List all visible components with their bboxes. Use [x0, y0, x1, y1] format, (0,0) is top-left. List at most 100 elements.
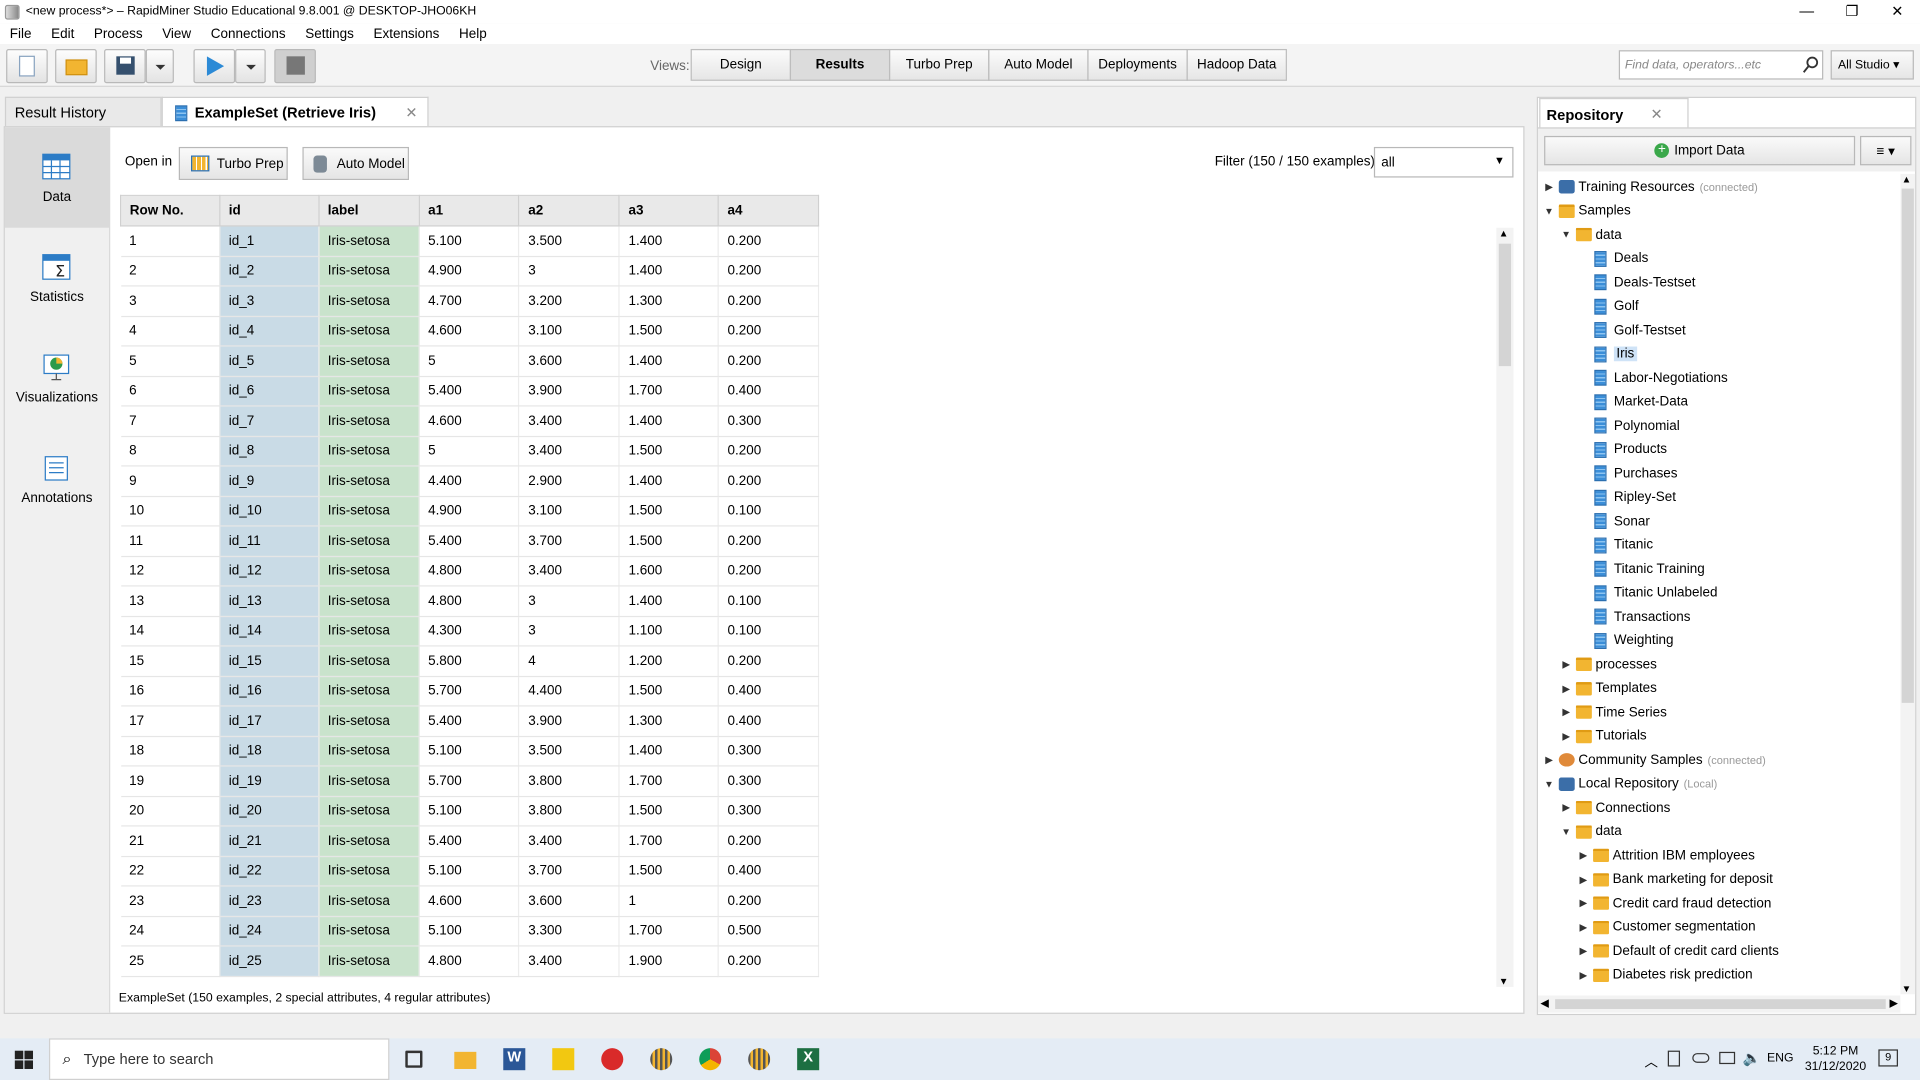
- battery-icon[interactable]: [1667, 1050, 1681, 1067]
- tab-repository[interactable]: Repository ✕: [1539, 97, 1689, 129]
- expand-down-icon[interactable]: ▼: [1542, 205, 1557, 216]
- tree-item[interactable]: ▶ Time Series: [1559, 700, 1667, 723]
- power-bi-icon[interactable]: [552, 1048, 575, 1071]
- expand-right-icon[interactable]: ▶: [1542, 181, 1557, 192]
- tree-item[interactable]: Products: [1576, 438, 1667, 461]
- tree-item[interactable]: ▶ Connections: [1559, 796, 1670, 819]
- expand-right-icon[interactable]: ▶: [1559, 730, 1574, 741]
- table-row[interactable]: 24 id_24 Iris-setosa 5.100 3.300 1.700 0.500: [120, 915, 820, 947]
- scroll-up-icon[interactable]: ▲: [1499, 228, 1509, 239]
- tree-item[interactable]: Transactions: [1576, 605, 1690, 628]
- rapidminer-taskbar-icon[interactable]: [650, 1048, 673, 1071]
- expand-right-icon[interactable]: ▶: [1576, 969, 1591, 980]
- filter-select[interactable]: all ▼: [1373, 146, 1514, 178]
- tree-item[interactable]: Golf-Testset: [1576, 318, 1686, 341]
- table-row[interactable]: 22 id_22 Iris-setosa 5.100 3.700 1.500 0.400: [120, 855, 820, 887]
- menu-help[interactable]: Help: [449, 23, 496, 44]
- column-header[interactable]: a4: [717, 194, 820, 227]
- nav-statistics[interactable]: Σ Statistics: [5, 228, 109, 328]
- column-header[interactable]: id: [218, 194, 320, 227]
- expand-right-icon[interactable]: ▶: [1576, 921, 1591, 932]
- view-deployments[interactable]: Deployments: [1087, 48, 1188, 81]
- scroll-left-icon[interactable]: ◀: [1540, 997, 1548, 1010]
- tree-item[interactable]: Iris: [1576, 342, 1637, 365]
- expand-right-icon[interactable]: ▶: [1559, 802, 1574, 813]
- close-button[interactable]: ✕: [1875, 0, 1920, 23]
- table-row[interactable]: 11 id_11 Iris-setosa 5.400 3.700 1.500 0.200: [120, 525, 820, 557]
- expand-right-icon[interactable]: ▶: [1576, 945, 1591, 956]
- menu-settings[interactable]: Settings: [295, 23, 363, 44]
- column-header[interactable]: Row No.: [120, 194, 221, 227]
- expand-right-icon[interactable]: ▶: [1576, 850, 1591, 861]
- menu-process[interactable]: Process: [84, 23, 152, 44]
- tree-item[interactable]: ▶ Training Resources (connected): [1542, 175, 1758, 198]
- table-row[interactable]: 18 id_18 Iris-setosa 5.100 3.500 1.400 0.300: [120, 735, 820, 767]
- table-row[interactable]: 19 id_19 Iris-setosa 5.700 3.800 1.700 0.300: [120, 765, 820, 797]
- tree-item[interactable]: ▶ processes: [1559, 653, 1657, 676]
- expand-down-icon[interactable]: ▼: [1559, 826, 1574, 837]
- expand-down-icon[interactable]: ▼: [1542, 778, 1557, 789]
- table-row[interactable]: 15 id_15 Iris-setosa 5.800 4 1.200 0.200: [120, 645, 820, 677]
- table-row[interactable]: 9 id_9 Iris-setosa 4.400 2.900 1.400 0.200: [120, 465, 820, 497]
- table-row[interactable]: 1 id_1 Iris-setosa 5.100 3.500 1.400 0.200: [120, 225, 820, 257]
- scroll-thumb[interactable]: [1555, 999, 1886, 1009]
- word-icon[interactable]: W: [503, 1048, 526, 1071]
- tree-item[interactable]: Purchases: [1576, 462, 1678, 485]
- column-header[interactable]: label: [317, 194, 420, 227]
- repository-menu-button[interactable]: ≡ ▾: [1860, 135, 1912, 166]
- table-row[interactable]: 5 id_5 Iris-setosa 5 3.600 1.400 0.200: [120, 345, 820, 377]
- expand-right-icon[interactable]: ▶: [1576, 874, 1591, 885]
- repository-scrollbar[interactable]: ▲ ▼: [1900, 173, 1916, 994]
- table-row[interactable]: 2 id_2 Iris-setosa 4.900 3 1.400 0.200: [120, 255, 820, 287]
- column-header[interactable]: a1: [418, 194, 520, 227]
- run-button[interactable]: [193, 48, 236, 84]
- table-scrollbar[interactable]: ▲ ▼: [1496, 227, 1514, 987]
- save-button[interactable]: [104, 48, 146, 84]
- antivirus-icon[interactable]: [601, 1048, 624, 1071]
- view-auto-model[interactable]: Auto Model: [988, 48, 1089, 81]
- expand-right-icon[interactable]: ▶: [1559, 683, 1574, 694]
- tree-item[interactable]: Golf: [1576, 294, 1639, 317]
- view-design[interactable]: Design: [690, 48, 792, 81]
- close-tab-icon[interactable]: ✕: [405, 104, 417, 121]
- volume-icon[interactable]: 🔈: [1742, 1049, 1760, 1066]
- cloud-icon[interactable]: [1692, 1053, 1710, 1063]
- tree-item[interactable]: Weighting: [1576, 629, 1674, 652]
- run-dropdown[interactable]: [235, 48, 266, 84]
- menu-connections[interactable]: Connections: [201, 23, 295, 44]
- table-row[interactable]: 12 id_12 Iris-setosa 4.800 3.400 1.600 0.200: [120, 555, 820, 587]
- table-row[interactable]: 8 id_8 Iris-setosa 5 3.400 1.500 0.200: [120, 435, 820, 467]
- search-icon[interactable]: [1802, 56, 1819, 73]
- close-tab-icon[interactable]: ✕: [1651, 105, 1663, 122]
- language-indicator[interactable]: ENG: [1767, 1052, 1794, 1065]
- table-row[interactable]: 3 id_3 Iris-setosa 4.700 3.200 1.300 0.200: [120, 285, 820, 317]
- table-row[interactable]: 7 id_7 Iris-setosa 4.600 3.400 1.400 0.300: [120, 405, 820, 437]
- search-scope-select[interactable]: All Studio ▾: [1830, 50, 1914, 80]
- tree-item[interactable]: ▼ data: [1559, 820, 1621, 843]
- tree-item[interactable]: Ripley-Set: [1576, 486, 1676, 509]
- table-row[interactable]: 21 id_21 Iris-setosa 5.400 3.400 1.700 0.200: [120, 825, 820, 857]
- tree-item[interactable]: ▶ Diabetes risk prediction: [1576, 963, 1753, 986]
- tree-item[interactable]: Polynomial: [1576, 414, 1680, 437]
- column-header[interactable]: a2: [518, 194, 620, 227]
- stop-button[interactable]: [274, 48, 316, 84]
- open-button[interactable]: [55, 48, 97, 84]
- tab-result-history[interactable]: Result History: [4, 96, 162, 128]
- scroll-up-icon[interactable]: ▲: [1902, 174, 1912, 185]
- global-search-input[interactable]: Find data, operators...etc: [1618, 50, 1824, 80]
- open-turbo-prep-button[interactable]: Turbo Prep: [178, 146, 288, 181]
- tree-item[interactable]: ▼ Local Repository (Local): [1542, 772, 1717, 795]
- tree-item[interactable]: Titanic Unlabeled: [1576, 581, 1717, 604]
- tree-item[interactable]: Deals: [1576, 247, 1648, 270]
- scroll-thumb[interactable]: [1901, 188, 1914, 703]
- notification-icon[interactable]: 9: [1878, 1049, 1898, 1067]
- network-icon[interactable]: [1719, 1051, 1736, 1065]
- expand-right-icon[interactable]: ▶: [1576, 898, 1591, 909]
- scroll-right-icon[interactable]: ▶: [1889, 997, 1897, 1010]
- menu-extensions[interactable]: Extensions: [364, 23, 449, 44]
- tree-item[interactable]: ▼ Samples: [1542, 199, 1631, 222]
- nav-annotations[interactable]: Annotations: [5, 429, 109, 529]
- tree-item[interactable]: ▶ Templates: [1559, 677, 1657, 700]
- table-row[interactable]: 17 id_17 Iris-setosa 5.400 3.900 1.300 0.400: [120, 705, 820, 737]
- new-process-button[interactable]: [6, 48, 48, 84]
